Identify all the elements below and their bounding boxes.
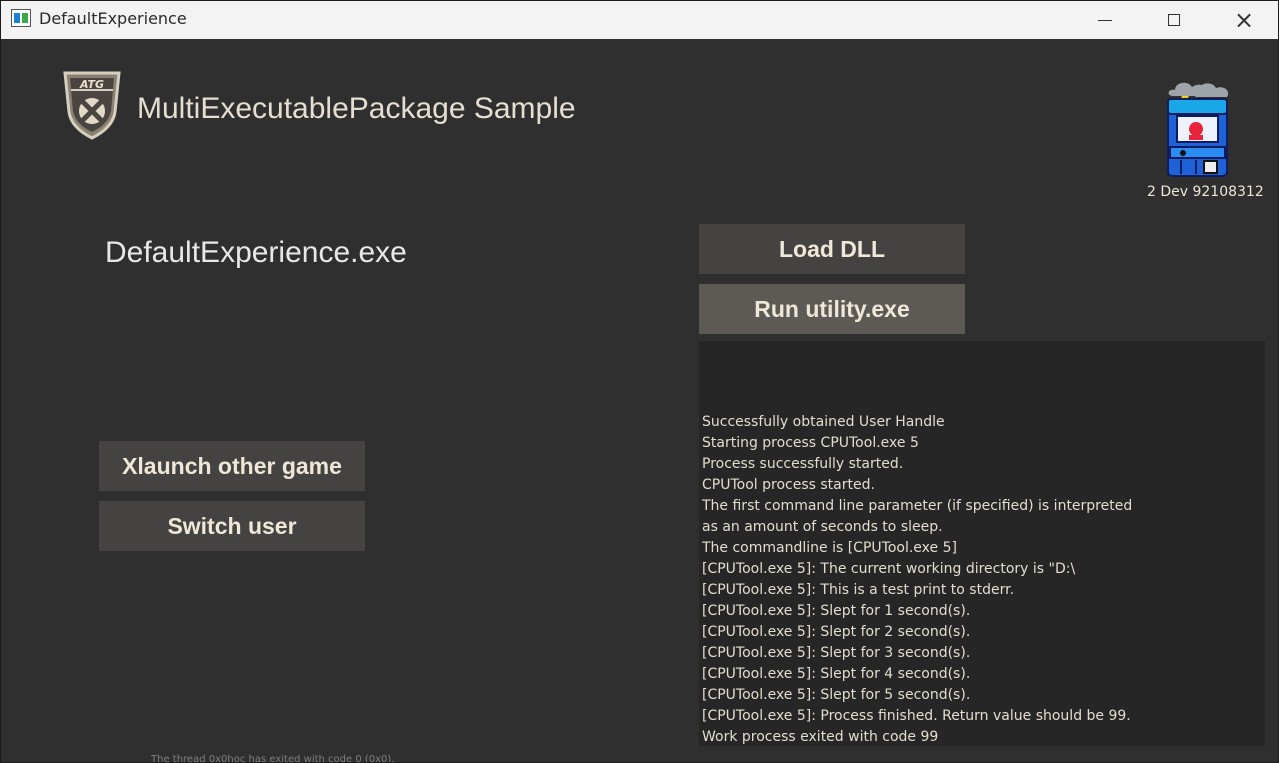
console-line: CPUTool process started. — [702, 477, 875, 493]
clipped-background-output: The thread 0x0hoc has exited with code 0… — [151, 754, 395, 763]
console-line: Successfully obtained User Handle — [702, 414, 945, 430]
sample-title: MultiExecutablePackage Sample — [137, 92, 576, 125]
executable-name: DefaultExperience.exe — [105, 236, 407, 269]
window-title: DefaultExperience — [39, 9, 187, 28]
close-icon: × — [1233, 6, 1255, 34]
switch-user-button[interactable]: Switch user — [99, 501, 365, 551]
sample-content: ATG MultiExecutablePackage Sample 2 Dev … — [1, 40, 1278, 763]
console-line: [CPUTool.exe 5]: Slept for 2 second(s). — [702, 624, 971, 640]
minimize-button[interactable] — [1082, 1, 1128, 39]
title-bar[interactable]: DefaultExperience × — [1, 1, 1278, 39]
console-line: [CPUTool.exe 5]: Slept for 4 second(s). — [702, 666, 971, 682]
console-line: [CPUTool.exe 5]: The current working dir… — [702, 561, 1076, 577]
run-utility-button[interactable]: Run utility.exe — [699, 284, 965, 334]
gamertag: 2 Dev 92108312 — [1147, 184, 1264, 200]
console-line: The first command line parameter (if spe… — [702, 498, 1133, 514]
console-line: as an amount of seconds to sleep. — [702, 519, 943, 535]
console-line: [CPUTool.exe 5]: Process finished. Retur… — [702, 708, 1131, 724]
console-line: [CPUTool.exe 5]: Slept for 5 second(s). — [702, 687, 971, 703]
xlaunch-other-game-button[interactable]: Xlaunch other game — [99, 441, 365, 491]
console-line: [CPUTool.exe 5]: Slept for 3 second(s). — [702, 645, 971, 661]
user-avatar — [1167, 82, 1229, 177]
console-line: [CPUTool.exe 5]: Slept for 1 second(s). — [702, 603, 971, 619]
close-button[interactable]: × — [1221, 1, 1267, 39]
console-line: [CPUTool.exe 5]: This is a test print to… — [702, 582, 1015, 598]
console-line: Process successfully started. — [702, 456, 904, 472]
console-line: Starting process CPUTool.exe 5 — [702, 435, 919, 451]
console-lines: Successfully obtained User Handle Starti… — [702, 412, 1262, 746]
atg-logo-text: ATG — [79, 78, 104, 91]
application-window: DefaultExperience × ATG MultiExecutableP… — [0, 0, 1279, 763]
minimize-icon — [1098, 19, 1112, 21]
atg-logo: ATG — [63, 71, 121, 140]
application-icon — [11, 9, 31, 27]
console-line: The commandline is [CPUTool.exe 5] — [702, 540, 957, 556]
console-line: Work process exited with code 99 — [702, 729, 939, 745]
maximize-button[interactable] — [1151, 1, 1197, 39]
maximize-icon — [1168, 14, 1180, 26]
load-dll-button[interactable]: Load DLL — [699, 224, 965, 274]
console-output[interactable]: Successfully obtained User Handle Starti… — [699, 341, 1265, 746]
